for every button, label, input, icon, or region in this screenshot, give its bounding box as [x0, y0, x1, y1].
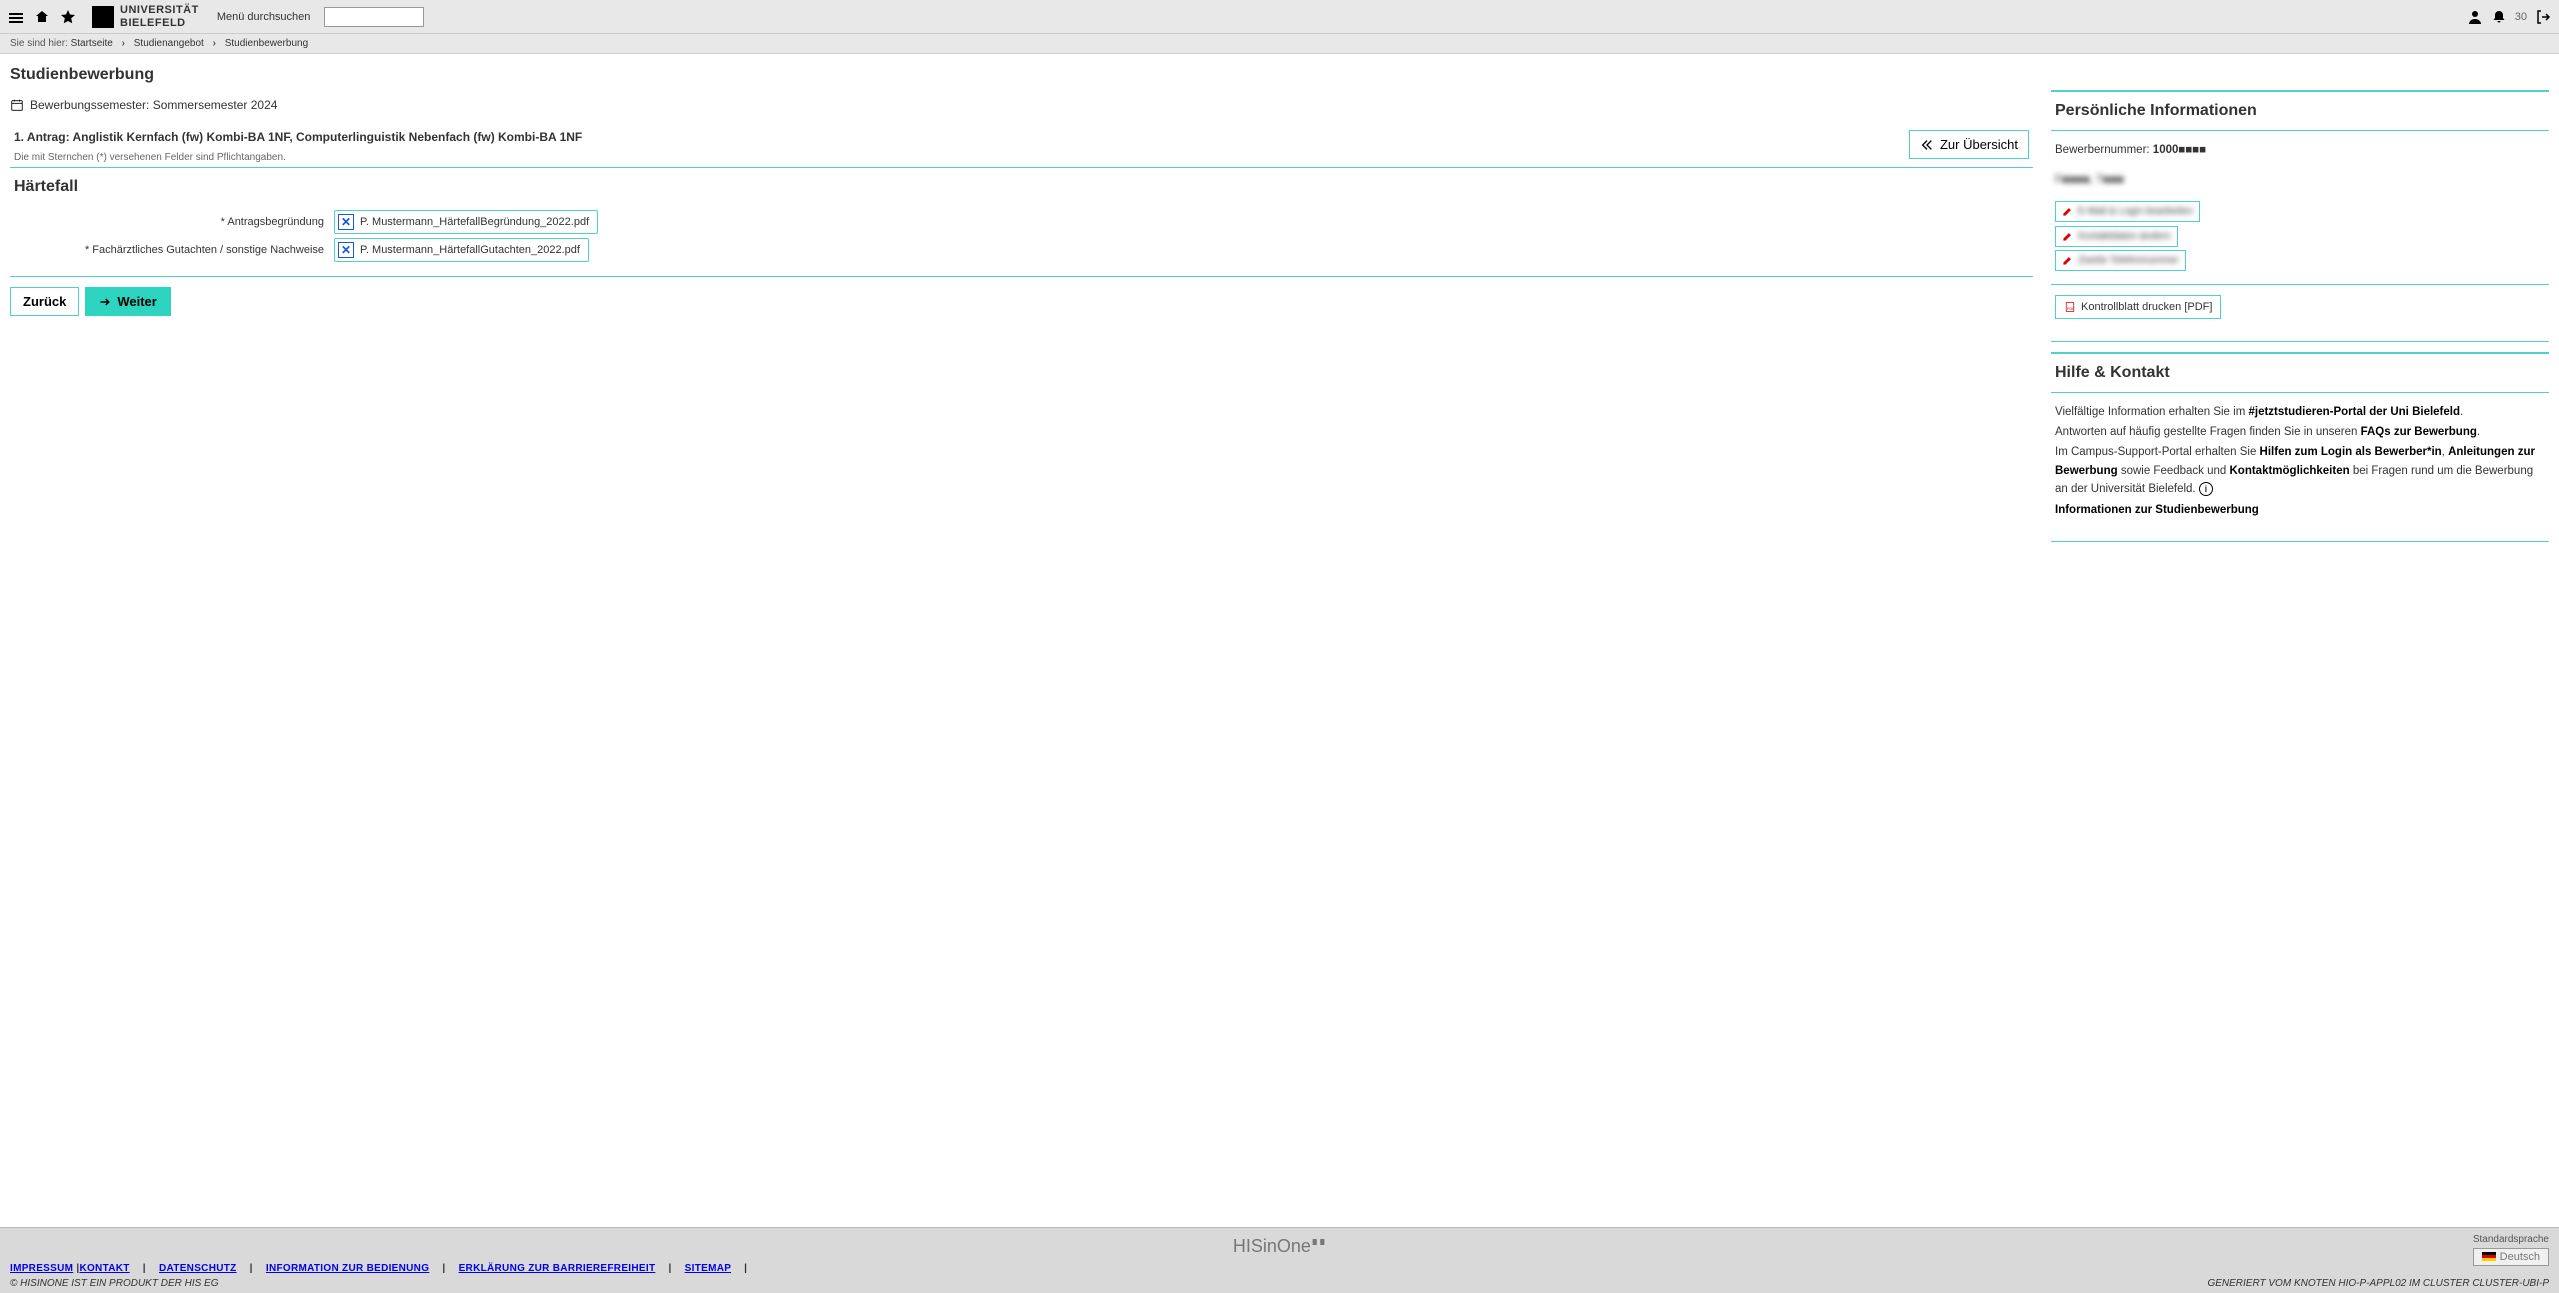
help-title: Hilfe & Kontakt: [2051, 354, 2549, 393]
breadcrumb: Sie sind hier: Startseite › Studienangeb…: [0, 34, 2559, 54]
footer-link-sitemap[interactable]: SITEMAP: [685, 1263, 731, 1274]
footer-lang-label: Standardsprache: [2473, 1234, 2549, 1245]
field-label-gutachten: * Fachärztliches Gutachten / sonstige Na…: [10, 244, 334, 256]
applicant-name: F■■■■, T■■■: [2055, 171, 2545, 191]
footer-link-impressum[interactable]: IMPRESSUM: [10, 1263, 73, 1274]
semester-line: Bewerbungssemester: Sommersemester 2024: [10, 94, 2033, 122]
footer-copyright: © HISINONE IST EIN PRODUKT DER HIS EG: [10, 1278, 219, 1289]
semester-text: Bewerbungssemester: Sommersemester 2024: [30, 98, 277, 112]
sidebar: Persönliche Informationen Bewerbernummer…: [2051, 60, 2549, 552]
breadcrumb-link-0[interactable]: Startseite: [71, 38, 113, 49]
university-logo[interactable]: UNIVERSITÄTBIELEFELD: [92, 4, 199, 28]
edit-email-login-pill[interactable]: E-Mail & Login bearbeiten: [2055, 201, 2200, 222]
file-pill-begruendung: ✕ P. Mustermann_HärtefallBegründung_2022…: [334, 210, 598, 234]
help-link-faqs[interactable]: FAQs zur Bewerbung: [2361, 426, 2477, 438]
footer-link-datenschutz[interactable]: DATENSCHUTZ: [159, 1263, 237, 1274]
overview-button-label: Zur Übersicht: [1940, 137, 2018, 152]
next-button-label: Weiter: [117, 294, 157, 309]
footer-brand: HISinOne: [1233, 1236, 1311, 1256]
print-controlsheet-button[interactable]: PDF Kontrollblatt drucken [PDF]: [2055, 295, 2221, 320]
help-line-2: Antworten auf häufig gestellte Fragen fi…: [2055, 423, 2545, 441]
chevron-right-icon: ›: [213, 38, 216, 49]
applicant-number-value: 1000■■■■: [2153, 144, 2206, 156]
info-icon[interactable]: i: [2199, 482, 2213, 496]
double-chevron-left-icon: [1920, 138, 1934, 152]
footer-brand-row: HISinOne∎∎ Standardsprache Deutsch: [10, 1234, 2549, 1257]
pencil-icon: [2062, 231, 2073, 242]
remove-file-button[interactable]: ✕: [338, 214, 354, 230]
footer-generated: GENERIERT VOM KNOTEN HIO-P-APPL02 IM CLU…: [2207, 1278, 2549, 1289]
help-line-1: Vielfältige Information erhalten Sie im …: [2055, 403, 2545, 421]
application-header-row: 1. Antrag: Anglistik Kernfach (fw) Kombi…: [10, 122, 2033, 168]
application-title: 1. Antrag: Anglistik Kernfach (fw) Kombi…: [14, 130, 582, 144]
applicant-number-row: Bewerbernummer: 1000■■■■: [2055, 141, 2545, 161]
help-line-3: Im Campus-Support-Portal erhalten Sie Hi…: [2055, 443, 2545, 498]
chevron-right-icon: ›: [122, 38, 125, 49]
form-row-begruendung: * Antragsbegründung ✕ P. Mustermann_Härt…: [10, 210, 2033, 234]
applicant-number-label: Bewerbernummer:: [2055, 144, 2153, 156]
footer-link-kontakt[interactable]: KONTAKT: [79, 1263, 129, 1274]
user-icon[interactable]: [2467, 9, 2483, 25]
help-link-kontakt[interactable]: Kontaktmöglichkeiten: [2230, 465, 2350, 477]
svg-text:PDF: PDF: [2067, 307, 2075, 311]
remove-file-button[interactable]: ✕: [338, 242, 354, 258]
help-link-login[interactable]: Hilfen zum Login als Bewerber*in: [2260, 446, 2442, 458]
breadcrumb-prefix: Sie sind hier:: [10, 38, 68, 49]
haertefall-heading: Härtefall: [10, 168, 2033, 206]
help-box: Hilfe & Kontakt Vielfältige Information …: [2051, 352, 2549, 542]
pencil-icon: [2062, 255, 2073, 266]
header-left: UNIVERSITÄTBIELEFELD Menü durchsuchen: [8, 4, 424, 28]
language-value: Deutsch: [2500, 1251, 2540, 1263]
file-name-gutachten: P. Mustermann_HärtefallGutachten_2022.pd…: [360, 244, 580, 256]
menu-search-input[interactable]: [324, 7, 424, 27]
flag-de-icon: [2482, 1252, 2496, 1261]
help-link-studienbewerbung[interactable]: Informationen zur Studienbewerbung: [2055, 504, 2259, 516]
footer-links: IMPRESSUM |KONTAKT | DATENSCHUTZ | INFOR…: [10, 1263, 2549, 1274]
next-button[interactable]: Weiter: [85, 287, 171, 316]
field-label-begruendung: * Antragsbegründung: [10, 216, 334, 228]
pill-label: Kontaktdaten ändern: [2078, 228, 2171, 245]
notification-count[interactable]: 30: [2515, 11, 2527, 23]
overview-button[interactable]: Zur Übersicht: [1909, 130, 2029, 159]
file-name-begruendung: P. Mustermann_HärtefallBegründung_2022.p…: [360, 216, 589, 228]
logout-icon[interactable]: [2535, 9, 2551, 25]
breadcrumb-link-2[interactable]: Studienbewerbung: [225, 38, 308, 49]
arrow-right-icon: [99, 296, 111, 308]
form-row-gutachten: * Fachärztliches Gutachten / sonstige Na…: [10, 238, 2033, 262]
pdf-icon: PDF: [2064, 301, 2076, 313]
edit-phone-pill[interactable]: Zweite Telefonnummer: [2055, 250, 2186, 271]
personal-info-box: Persönliche Informationen Bewerbernummer…: [2051, 90, 2549, 342]
calendar-icon: [10, 98, 24, 112]
file-pill-gutachten: ✕ P. Mustermann_HärtefallGutachten_2022.…: [334, 238, 589, 262]
search-label: Menü durchsuchen: [217, 11, 311, 23]
pill-label: E-Mail & Login bearbeiten: [2078, 203, 2193, 220]
edit-contact-pill[interactable]: Kontaktdaten ändern: [2055, 226, 2178, 247]
footer: HISinOne∎∎ Standardsprache Deutsch IMPRE…: [0, 1227, 2559, 1293]
breadcrumb-link-1[interactable]: Studienangebot: [134, 38, 204, 49]
print-label: Kontrollblatt drucken [PDF]: [2081, 298, 2212, 317]
pencil-icon: [2062, 206, 2073, 217]
required-fields-note: Die mit Sternchen (*) versehenen Felder …: [14, 152, 582, 163]
footer-link-bedienung[interactable]: INFORMATION ZUR BEDIENUNG: [266, 1263, 429, 1274]
home-icon[interactable]: [34, 9, 50, 25]
footer-link-barrierefreiheit[interactable]: ERKLÄRUNG ZUR BARRIEREFREIHEIT: [459, 1263, 656, 1274]
main-column: Studienbewerbung Bewerbungssemester: Som…: [10, 60, 2033, 552]
bell-icon[interactable]: [2491, 9, 2507, 25]
menu-icon[interactable]: [8, 9, 24, 25]
back-button[interactable]: Zurück: [10, 287, 79, 316]
help-link-jetztstudieren[interactable]: #jetztstudieren-Portal der Uni Bielefeld: [2248, 406, 2460, 418]
page-title: Studienbewerbung: [10, 66, 2033, 84]
language-selector[interactable]: Deutsch: [2473, 1248, 2549, 1266]
star-icon[interactable]: [60, 9, 76, 25]
action-row: Zurück Weiter: [10, 277, 2033, 326]
pill-label: Zweite Telefonnummer: [2078, 252, 2179, 269]
header-right: 30: [2467, 9, 2551, 25]
personal-info-title: Persönliche Informationen: [2051, 92, 2549, 131]
top-header: UNIVERSITÄTBIELEFELD Menü durchsuchen 30: [0, 0, 2559, 34]
